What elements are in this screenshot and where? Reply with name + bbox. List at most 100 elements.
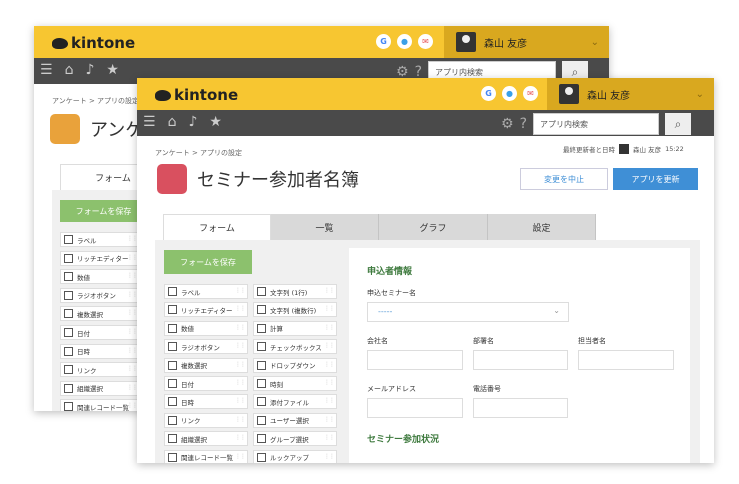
o-icon[interactable]: ● (502, 86, 517, 101)
mail-icon[interactable]: ✉ (523, 86, 538, 101)
drag-handle-icon[interactable]: ⋮⋮ (127, 235, 138, 242)
drag-handle-icon[interactable]: ⋮⋮ (235, 397, 246, 404)
drag-handle-icon[interactable]: ⋮⋮ (324, 453, 335, 460)
palette-item[interactable]: 数値 ⋮⋮ (164, 320, 248, 336)
palette-item[interactable]: 日時 ⋮⋮ (164, 394, 248, 410)
mail-icon[interactable]: ✉ (418, 34, 433, 49)
field-type-icon (168, 397, 177, 407)
g-icon[interactable]: G (376, 34, 391, 49)
drag-handle-icon[interactable]: ⋮⋮ (127, 272, 138, 279)
save-form-button[interactable]: フォームを保存 (60, 200, 147, 222)
drag-handle-icon[interactable]: ⋮⋮ (127, 309, 138, 316)
drag-handle-icon[interactable]: ⋮⋮ (324, 397, 335, 404)
drag-handle-icon[interactable]: ⋮⋮ (235, 379, 246, 386)
drag-handle-icon[interactable]: ⋮⋮ (127, 291, 138, 298)
palette-item[interactable]: リッチエディター ⋮⋮ (60, 250, 140, 266)
drag-handle-icon[interactable]: ⋮⋮ (127, 254, 138, 261)
tab-graph[interactable]: グラフ (379, 214, 488, 240)
palette-item[interactable]: ドロップダウン ⋮⋮ (253, 357, 337, 373)
drag-handle-icon[interactable]: ⋮⋮ (324, 287, 335, 294)
cancel-changes-button[interactable]: 変更を中止 (520, 168, 608, 190)
drag-handle-icon[interactable]: ⋮⋮ (235, 324, 246, 331)
drag-handle-icon[interactable]: ⋮⋮ (324, 342, 335, 349)
phone-field[interactable] (473, 398, 568, 418)
tab-form[interactable]: フォーム (163, 214, 271, 240)
palette-item[interactable]: 複数選択 ⋮⋮ (60, 306, 140, 322)
g-icon[interactable]: G (481, 86, 496, 101)
drag-handle-icon[interactable]: ⋮⋮ (235, 305, 246, 312)
gear-icon[interactable]: ⚙ (501, 116, 514, 132)
star-icon[interactable]: ★ (209, 114, 222, 130)
drag-handle-icon[interactable]: ⋮⋮ (235, 434, 246, 441)
search-icon[interactable]: ⌕ (665, 113, 691, 135)
palette-item[interactable]: 文字列 (1行) ⋮⋮ (253, 284, 337, 299)
save-form-button[interactable]: フォームを保存 (164, 250, 252, 274)
kintone-logo[interactable]: kintone (52, 34, 135, 52)
drag-handle-icon[interactable]: ⋮⋮ (324, 324, 335, 331)
breadcrumb[interactable]: アンケート > アプリの設定 (52, 96, 139, 106)
field-label: メールアドレス (367, 385, 416, 393)
drag-handle-icon[interactable]: ⋮⋮ (127, 365, 138, 372)
drag-handle-icon[interactable]: ⋮⋮ (127, 347, 138, 354)
drag-handle-icon[interactable]: ⋮⋮ (324, 361, 335, 368)
drag-handle-icon[interactable]: ⋮⋮ (235, 416, 246, 423)
drag-handle-icon[interactable]: ⋮⋮ (127, 384, 138, 391)
palette-item[interactable]: ラベル ⋮⋮ (60, 232, 140, 247)
help-icon[interactable]: ? (520, 116, 527, 132)
company-field[interactable] (367, 350, 463, 370)
palette-item[interactable]: リッチエディター ⋮⋮ (164, 302, 248, 318)
palette-item[interactable]: 添付ファイル ⋮⋮ (253, 394, 337, 410)
drag-handle-icon[interactable]: ⋮⋮ (235, 361, 246, 368)
drag-handle-icon[interactable]: ⋮⋮ (324, 379, 335, 386)
menu-icon[interactable]: ☰ (40, 62, 53, 78)
palette-item[interactable]: チェックボックス ⋮⋮ (253, 339, 337, 355)
palette-item[interactable]: 文字列 (複数行) ⋮⋮ (253, 302, 337, 318)
palette-item[interactable]: 時刻 ⋮⋮ (253, 376, 337, 391)
palette-item[interactable]: 組織選択 ⋮⋮ (60, 380, 140, 396)
drag-handle-icon[interactable]: ⋮⋮ (235, 287, 246, 294)
palette-item[interactable]: ラジオボタン ⋮⋮ (164, 339, 248, 355)
palette-item[interactable]: 数値 ⋮⋮ (60, 269, 140, 285)
palette-item[interactable]: 関連レコード一覧 ⋮⋮ (164, 449, 248, 463)
update-app-button[interactable]: アプリを更新 (613, 168, 698, 190)
menu-icon[interactable]: ☰ (143, 114, 156, 130)
department-field[interactable] (473, 350, 568, 370)
home-icon[interactable]: ⌂ (168, 114, 177, 130)
email-field[interactable] (367, 398, 463, 418)
palette-item[interactable]: 複数選択 ⋮⋮ (164, 357, 248, 373)
drag-handle-icon[interactable]: ⋮⋮ (324, 305, 335, 312)
palette-item[interactable]: ルックアップ ⋮⋮ (253, 449, 337, 463)
drag-handle-icon[interactable]: ⋮⋮ (235, 453, 246, 460)
palette-item[interactable]: ラジオボタン ⋮⋮ (60, 287, 140, 303)
palette-item[interactable]: リンク ⋮⋮ (60, 362, 140, 378)
palette-item[interactable]: 日付 ⋮⋮ (60, 325, 140, 340)
palette-item[interactable]: グループ選択 ⋮⋮ (253, 431, 337, 447)
palette-item[interactable]: 日付 ⋮⋮ (164, 376, 248, 391)
palette-item[interactable]: 関連レコード一覧 ⋮⋮ (60, 399, 140, 411)
palette-item[interactable]: リンク ⋮⋮ (164, 412, 248, 428)
palette-item[interactable]: ユーザー選択 ⋮⋮ (253, 412, 337, 428)
person-field[interactable] (578, 350, 674, 370)
bell-icon[interactable]: ♪ (85, 62, 94, 78)
o-icon[interactable]: ● (397, 34, 412, 49)
seminar-dropdown[interactable]: ----- ⌄ (367, 302, 569, 322)
tab-list[interactable]: 一覧 (271, 214, 379, 240)
drag-handle-icon[interactable]: ⋮⋮ (235, 342, 246, 349)
palette-item[interactable]: 組織選択 ⋮⋮ (164, 431, 248, 447)
kintone-logo[interactable]: kintone (155, 86, 238, 104)
palette-item[interactable]: 日時 ⋮⋮ (60, 343, 140, 359)
star-icon[interactable]: ★ (106, 62, 119, 78)
palette-item[interactable]: 計算 ⋮⋮ (253, 320, 337, 336)
palette-item[interactable]: ラベル ⋮⋮ (164, 284, 248, 299)
drag-handle-icon[interactable]: ⋮⋮ (324, 416, 335, 423)
home-icon[interactable]: ⌂ (65, 62, 74, 78)
search-input[interactable]: アプリ内検索 (533, 113, 659, 135)
drag-handle-icon[interactable]: ⋮⋮ (127, 328, 138, 335)
drag-handle-icon[interactable]: ⋮⋮ (324, 434, 335, 441)
user-menu[interactable]: 森山 友彦 ⌄ (444, 26, 609, 58)
tab-settings[interactable]: 設定 (488, 214, 596, 240)
breadcrumb[interactable]: アンケート > アプリの設定 (155, 148, 242, 158)
bell-icon[interactable]: ♪ (188, 114, 197, 130)
user-menu[interactable]: 森山 友彦 ⌄ (547, 78, 714, 110)
drag-handle-icon[interactable]: ⋮⋮ (127, 402, 138, 409)
